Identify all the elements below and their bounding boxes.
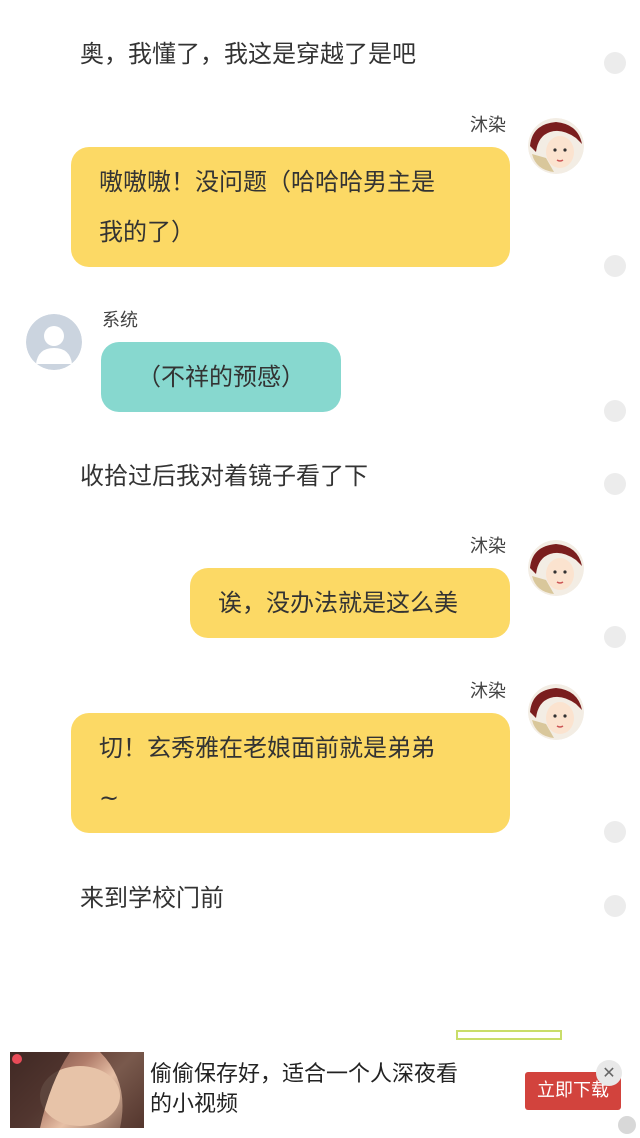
bubble-line: 嗷嗷嗷！没问题（哈哈哈男主是 xyxy=(99,168,435,196)
sender-name: 系统 xyxy=(102,310,138,331)
ad-text[interactable]: 偷偷保存好，适合一个人深夜看 的小视频 xyxy=(150,1060,510,1120)
comment-dot[interactable] xyxy=(604,895,626,917)
sender-name: 沐染 xyxy=(470,681,506,702)
sender-name: 沐染 xyxy=(470,536,506,557)
avatar[interactable] xyxy=(528,118,584,174)
avatar[interactable] xyxy=(26,314,82,370)
comment-dot[interactable] xyxy=(604,626,626,648)
sender-name: 沐染 xyxy=(470,115,506,136)
chat-bubble: 诶，没办法就是这么美 xyxy=(190,568,510,638)
narration-text: 收拾过后我对着镜子看了下 xyxy=(80,462,368,490)
bubble-line: ~ xyxy=(99,784,120,812)
comment-dot[interactable] xyxy=(604,400,626,422)
ad-loading-bar xyxy=(456,1030,562,1040)
bubble-line: 切！玄秀雅在老娘面前就是弟弟 xyxy=(99,734,435,762)
ad-banner[interactable]: 偷偷保存好，适合一个人深夜看 的小视频 立即下载 ✕ xyxy=(0,1030,640,1138)
chat-bubble: 切！玄秀雅在老娘面前就是弟弟 ~ xyxy=(71,713,510,833)
bubble-line: 诶，没办法就是这么美 xyxy=(218,589,458,617)
bubble-line: （不祥的预感） xyxy=(137,363,305,391)
avatar[interactable] xyxy=(528,684,584,740)
ad-text-line: 偷偷保存好，适合一个人深夜看 xyxy=(150,1062,459,1087)
ad-text-line: 的小视频 xyxy=(150,1092,239,1117)
comment-dot[interactable] xyxy=(604,473,626,495)
bubble-line: 我的了） xyxy=(99,218,195,246)
chat-bubble: 嗷嗷嗷！没问题（哈哈哈男主是 我的了） xyxy=(71,147,510,267)
narration-text: 奥，我懂了，我这是穿越了是吧 xyxy=(80,40,416,68)
comment-dot[interactable] xyxy=(604,255,626,277)
comment-dot[interactable] xyxy=(604,821,626,843)
chat-bubble: （不祥的预感） xyxy=(101,342,341,412)
close-icon[interactable]: ✕ xyxy=(596,1060,622,1086)
comment-dot[interactable] xyxy=(604,52,626,74)
ad-info-icon[interactable] xyxy=(618,1116,636,1134)
avatar[interactable] xyxy=(528,540,584,596)
narration-text: 来到学校门前 xyxy=(80,884,224,912)
ad-thumbnail[interactable] xyxy=(10,1052,144,1128)
